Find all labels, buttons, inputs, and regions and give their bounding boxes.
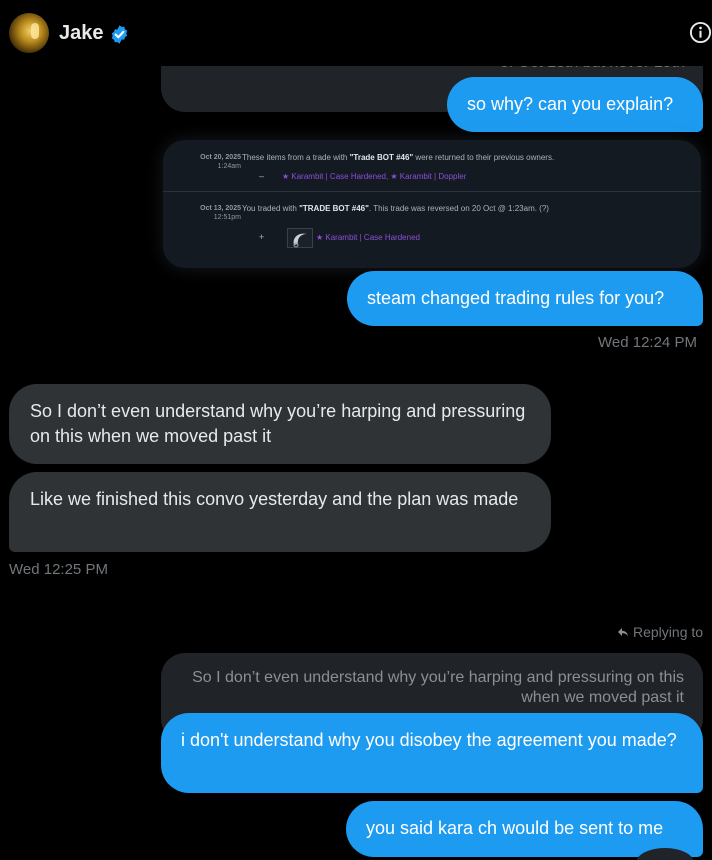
verified-badge-icon [111,25,128,44]
message-text: you said kara ch would be sent to me [366,818,664,838]
trade-symbol: – [259,171,265,181]
message-bubble-sent[interactable]: i don't understand why you disobey the a… [161,713,703,793]
trade-date: Oct 13, 2025 12:51pm [200,205,241,221]
replying-to-label: Replying to [617,624,703,640]
message-bubble-sent[interactable]: you said kara ch would be sent to me [346,801,703,857]
trade-description: You traded with "TRADE BOT #46". This tr… [242,204,549,213]
message-bubble-received[interactable]: So I don’t even understand why you’re ha… [9,384,551,464]
trade-items: ★ Karambit | Case Hardened, ★ Karambit |… [282,172,467,181]
trade-history-screenshot[interactable]: Oct 20, 2025 1:24am These items from a t… [163,140,701,268]
reply-quote-text: So I don’t even understand why you’re ha… [192,669,684,706]
message-bubble-sent[interactable]: steam changed trading rules for you? [347,271,703,326]
avatar[interactable] [9,13,49,53]
trade-date: Oct 20, 2025 1:24am [200,154,241,170]
message-text: i don't understand why you disobey the a… [181,730,677,750]
message-timestamp: Wed 12:25 PM [9,561,108,578]
reply-arrow-icon [618,628,628,637]
conversation-header: Jake [0,0,712,66]
karambit-thumbnail-icon [287,228,313,248]
message-bubble-sent[interactable]: so why? can you explain? [447,77,703,132]
trade-symbol: + [259,232,265,242]
trade-items: ★ Karambit | Case Hardened [316,233,420,242]
message-text: Like we finished this convo yesterday an… [30,489,519,509]
message-text: so why? can you explain? [467,94,674,114]
divider [163,191,701,192]
message-timestamp: Wed 12:24 PM [598,334,697,351]
message-bubble-received[interactable]: Like we finished this convo yesterday an… [9,472,551,552]
trade-description: These items from a trade with "Trade BOT… [242,153,555,162]
info-icon[interactable] [689,21,712,44]
message-text: steam changed trading rules for you? [367,288,665,308]
contact-name[interactable]: Jake [59,22,104,45]
message-text: So I don’t even understand why you’re ha… [30,401,526,446]
